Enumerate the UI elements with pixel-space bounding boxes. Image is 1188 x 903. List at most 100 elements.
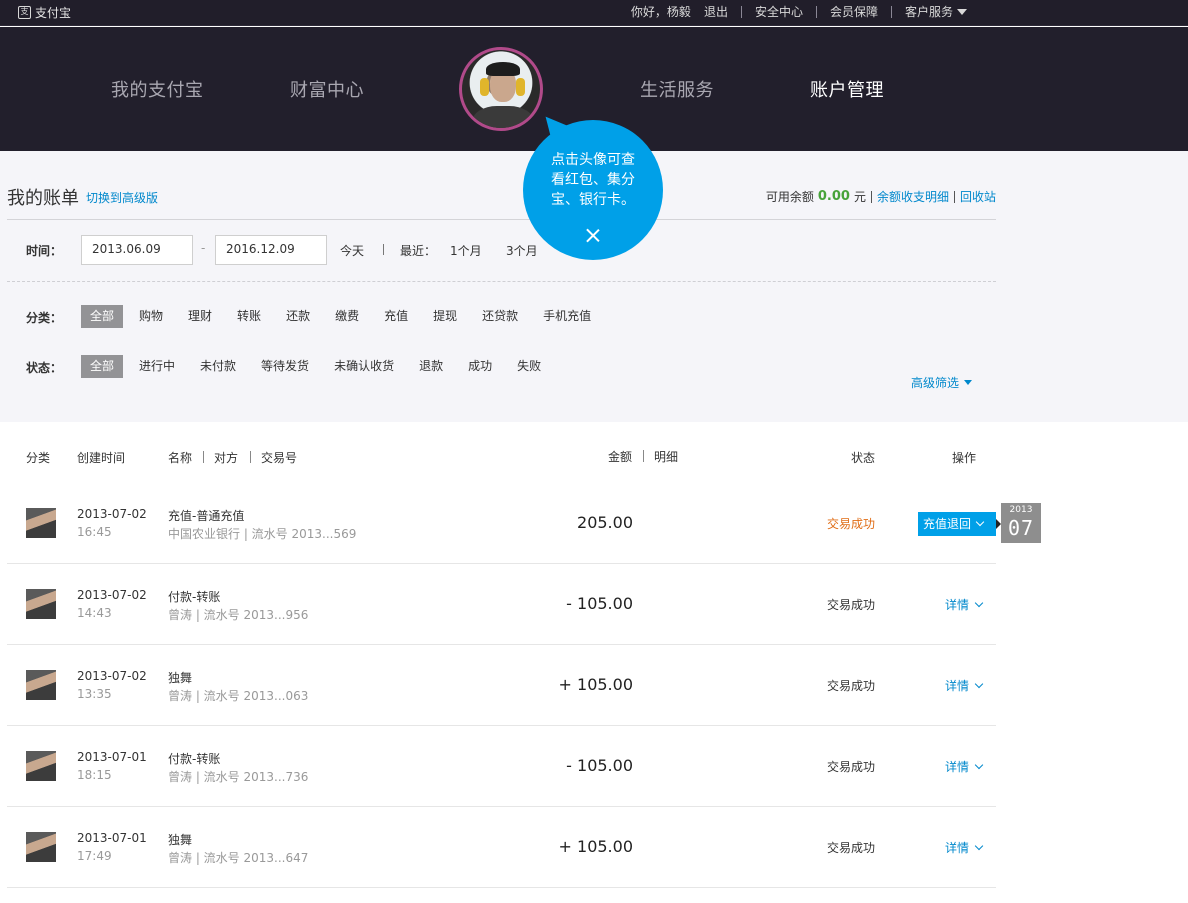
status-chip[interactable]: 失败 <box>508 355 550 378</box>
switch-advanced-link[interactable]: 切换到高级版 <box>86 189 158 206</box>
detail-label: 详情 <box>944 598 969 612</box>
col-created-time: 创建时间 <box>77 451 126 465</box>
three-months-link[interactable]: 3个月 <box>506 242 538 259</box>
today-link[interactable]: 今天 <box>340 242 364 259</box>
badge-year: 2013 <box>1009 505 1033 515</box>
row-date: 2013-07-02 <box>77 669 147 683</box>
row-name[interactable]: 付款-转账 <box>168 750 220 767</box>
detail-link[interactable]: 详情 <box>944 596 984 613</box>
headphones-icon <box>480 78 489 96</box>
user-avatar[interactable] <box>459 47 543 131</box>
status-chip[interactable]: 等待发货 <box>252 355 318 378</box>
chevron-down-icon <box>974 760 984 769</box>
chevron-down-icon <box>974 679 984 688</box>
balance-detail-link[interactable]: 余额收支明细 <box>877 188 949 205</box>
row-name[interactable]: 付款-转账 <box>168 588 220 605</box>
category-chip[interactable]: 提现 <box>424 305 466 328</box>
nav-life-service[interactable]: 生活服务 <box>640 76 714 102</box>
detail-link[interactable]: 详情 <box>945 677 984 694</box>
category-chip[interactable]: 购物 <box>130 305 172 328</box>
logout-link[interactable]: 退出 <box>691 3 741 20</box>
col-status: 状态 <box>851 451 876 465</box>
status-filter: 全部 进行中 未付款 等待发货 未确认收货 退款 成功 失败 <box>81 355 557 378</box>
table-row[interactable]: 2013-07-02 14:43 付款-转账 曾涛 | 流水号 2013...9… <box>7 564 996 645</box>
alipay-logo[interactable]: 支 支付宝 <box>18 4 71 21</box>
table-row[interactable]: 2013-07-02 13:35 独舞 曾涛 | 流水号 2013...063 … <box>7 645 996 726</box>
row-time: 14:43 <box>77 606 112 620</box>
row-name[interactable]: 充值-普通充值 <box>168 507 244 524</box>
divider <box>870 190 872 203</box>
category-chip[interactable]: 充值 <box>375 305 417 328</box>
row-status: 交易成功 <box>826 598 875 612</box>
row-name[interactable]: 独舞 <box>168 831 192 848</box>
status-chip[interactable]: 成功 <box>459 355 501 378</box>
table-row[interactable]: 2013-07-02 16:45 充值-普通充值 中国农业银行 | 流水号 20… <box>7 483 1001 564</box>
end-date-input[interactable]: 2016.12.09 <box>215 235 327 265</box>
row-date: 2013-07-01 <box>77 750 147 764</box>
avatar <box>26 670 56 700</box>
category-chip[interactable]: 理财 <box>179 305 221 328</box>
category-chip[interactable]: 手机充值 <box>534 305 600 328</box>
divider <box>383 244 384 255</box>
row-subtitle: 曾涛 | 流水号 2013...736 <box>168 770 309 784</box>
row-amount: 205.00 <box>577 513 633 532</box>
status-chip[interactable]: 未付款 <box>191 355 245 378</box>
row-subtitle: 曾涛 | 流水号 2013...647 <box>168 851 309 865</box>
greeting-text: 你好，杨毅 <box>630 5 691 19</box>
nav-account-management[interactable]: 账户管理 <box>810 76 884 102</box>
col-trade-no: 交易号 <box>261 451 298 465</box>
chevron-down-icon <box>975 517 985 527</box>
caret-down-icon <box>957 8 967 15</box>
recharge-refund-button[interactable]: 充值退回 <box>918 512 996 536</box>
category-chip-all[interactable]: 全部 <box>81 305 124 328</box>
nav-wealth-center[interactable]: 财富中心 <box>290 76 364 102</box>
row-amount: + 105.00 <box>558 675 633 694</box>
row-status: 交易成功 <box>826 517 875 531</box>
detail-link[interactable]: 详情 <box>944 839 984 856</box>
time-label: 时间： <box>26 244 63 258</box>
row-name[interactable]: 独舞 <box>168 669 192 686</box>
divider <box>250 451 251 463</box>
alipay-logo-icon: 支 <box>18 6 31 19</box>
advanced-filter-link[interactable]: 高级筛选 <box>911 374 972 391</box>
balance-amount: 0.00 <box>817 189 850 204</box>
one-month-link[interactable]: 1个月 <box>450 242 482 259</box>
status-chip[interactable]: 进行中 <box>130 355 184 378</box>
detail-link[interactable]: 详情 <box>944 758 984 775</box>
customer-service-label: 客户服务 <box>904 5 953 19</box>
category-chip[interactable]: 还贷款 <box>473 305 527 328</box>
table-row[interactable]: 2013-07-01 18:15 付款-转账 曾涛 | 流水号 2013...7… <box>7 726 996 807</box>
status-chip-all[interactable]: 全部 <box>81 355 124 378</box>
avatar <box>26 751 56 781</box>
customer-service-menu[interactable]: 客户服务 <box>892 3 980 20</box>
status-chip[interactable]: 未确认收货 <box>325 355 403 378</box>
refund-button-label: 充值退回 <box>923 517 972 531</box>
recent-label: 最近： <box>400 244 437 258</box>
category-chip[interactable]: 转账 <box>228 305 270 328</box>
member-protection-link[interactable]: 会员保障 <box>817 3 891 20</box>
chevron-down-icon <box>974 598 984 607</box>
avatar <box>26 589 56 619</box>
brand-name: 支付宝 <box>35 6 72 20</box>
status-chip[interactable]: 退款 <box>410 355 452 378</box>
category-chip[interactable]: 还款 <box>277 305 319 328</box>
detail-label: 详情 <box>944 841 969 855</box>
divider <box>643 450 644 462</box>
row-time: 13:35 <box>77 687 112 701</box>
close-icon[interactable] <box>586 228 600 242</box>
row-time: 17:49 <box>77 849 112 863</box>
col-category: 分类 <box>26 451 51 465</box>
security-center-link[interactable]: 安全中心 <box>742 3 816 20</box>
divider <box>7 281 996 282</box>
table-row[interactable]: 2013-07-01 17:49 独舞 曾涛 | 流水号 2013...647 … <box>7 807 996 888</box>
start-date-input[interactable]: 2013.06.09 <box>81 235 193 265</box>
category-chip[interactable]: 缴费 <box>326 305 368 328</box>
caret-down-icon <box>964 380 972 385</box>
badge-month: 07 <box>1007 516 1035 540</box>
recycle-bin-link[interactable]: 回收站 <box>960 188 996 205</box>
nav-my-alipay[interactable]: 我的支付宝 <box>111 76 204 102</box>
col-counterparty: 对方 <box>214 451 239 465</box>
row-date: 2013-07-01 <box>77 831 147 845</box>
detail-label: 详情 <box>944 760 969 774</box>
page-title: 我的账单 <box>7 188 79 209</box>
